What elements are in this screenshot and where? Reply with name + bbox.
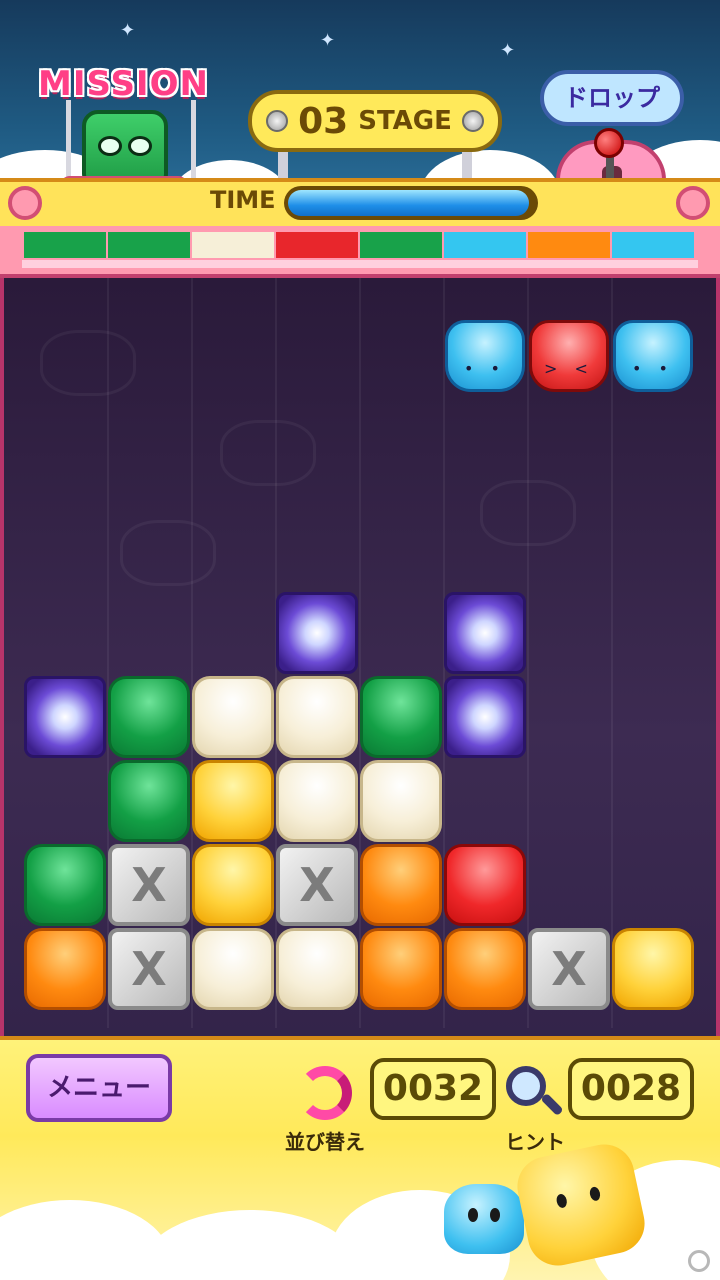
eye xyxy=(588,1185,602,1202)
mission-label: MISSION xyxy=(38,64,209,104)
block-yellow[interactable] xyxy=(612,928,694,1010)
block-cream[interactable] xyxy=(192,676,274,758)
stage-number: 03 xyxy=(298,100,349,142)
column-divider xyxy=(527,278,529,1028)
hint-count: 0028 xyxy=(568,1058,694,1120)
cloud xyxy=(140,1210,360,1280)
glasses-icon xyxy=(98,136,122,156)
hint-label[interactable]: ヒント xyxy=(490,1126,580,1155)
background-cloud xyxy=(120,520,216,586)
eye xyxy=(490,1208,500,1222)
screw-icon xyxy=(266,110,289,132)
shuffle-label[interactable]: 並び替え xyxy=(268,1126,382,1155)
preview-cell xyxy=(108,232,190,258)
falling-block-blue[interactable]: • • xyxy=(613,320,693,392)
falling-block-red[interactable]: > < xyxy=(529,320,609,392)
shuffle-count: 0032 xyxy=(370,1058,496,1120)
block-face: • • xyxy=(464,359,506,378)
preview-divider xyxy=(22,260,698,268)
block-x[interactable]: X xyxy=(276,844,358,926)
block-star[interactable] xyxy=(276,592,358,674)
block-cream[interactable] xyxy=(276,676,358,758)
block-green[interactable] xyxy=(24,844,106,926)
preview-cell xyxy=(276,232,358,258)
block-star[interactable] xyxy=(24,676,106,758)
preview-cell xyxy=(192,232,274,258)
preview-cell xyxy=(24,232,106,258)
block-orange[interactable] xyxy=(24,928,106,1010)
preview-cell xyxy=(528,232,610,258)
block-green[interactable] xyxy=(360,676,442,758)
block-star[interactable] xyxy=(444,592,526,674)
watermark-logo xyxy=(688,1250,710,1272)
time-label: TIME xyxy=(210,186,276,214)
shuffle-icon[interactable] xyxy=(298,1066,352,1120)
menu-button[interactable]: メニュー xyxy=(26,1054,172,1122)
block-orange[interactable] xyxy=(360,928,442,1010)
block-cream[interactable] xyxy=(192,928,274,1010)
blue-mascot xyxy=(444,1184,524,1254)
falling-block-blue[interactable]: • • xyxy=(445,320,525,392)
preview-cell xyxy=(444,232,526,258)
block-red[interactable] xyxy=(444,844,526,926)
block-green[interactable] xyxy=(108,760,190,842)
sparkle-icon: ✦ xyxy=(500,40,516,61)
block-cream[interactable] xyxy=(276,928,358,1010)
block-star[interactable] xyxy=(444,676,526,758)
sparkle-icon: ✦ xyxy=(120,20,136,41)
screw-icon xyxy=(676,186,710,220)
block-yellow[interactable] xyxy=(192,844,274,926)
preview-cell xyxy=(360,232,442,258)
block-orange[interactable] xyxy=(360,844,442,926)
screw-icon xyxy=(8,186,42,220)
eye xyxy=(555,1193,569,1209)
drop-lever[interactable] xyxy=(594,128,624,158)
block-face: > < xyxy=(544,359,594,378)
time-gauge-fill xyxy=(288,190,529,216)
glasses-icon xyxy=(128,136,152,156)
block-x[interactable]: X xyxy=(108,844,190,926)
block-cream[interactable] xyxy=(276,760,358,842)
block-x[interactable]: X xyxy=(528,928,610,1010)
screw-icon xyxy=(461,110,484,132)
preview-cell xyxy=(612,232,694,258)
stage-sign: 03 STAGE xyxy=(248,90,502,152)
background-cloud xyxy=(220,420,316,486)
block-cream[interactable] xyxy=(360,760,442,842)
magnifier-icon[interactable] xyxy=(506,1066,546,1106)
stage-label: STAGE xyxy=(358,106,452,136)
block-yellow[interactable] xyxy=(192,760,274,842)
block-face: • • xyxy=(632,359,674,378)
block-orange[interactable] xyxy=(444,928,526,1010)
eye xyxy=(468,1208,478,1222)
block-x[interactable]: X xyxy=(108,928,190,1010)
drop-button[interactable]: ドロップ xyxy=(540,70,684,126)
column-divider xyxy=(611,278,613,1028)
background-cloud xyxy=(40,330,136,396)
background-cloud xyxy=(480,480,576,546)
block-green[interactable] xyxy=(108,676,190,758)
sparkle-icon: ✦ xyxy=(320,30,336,51)
